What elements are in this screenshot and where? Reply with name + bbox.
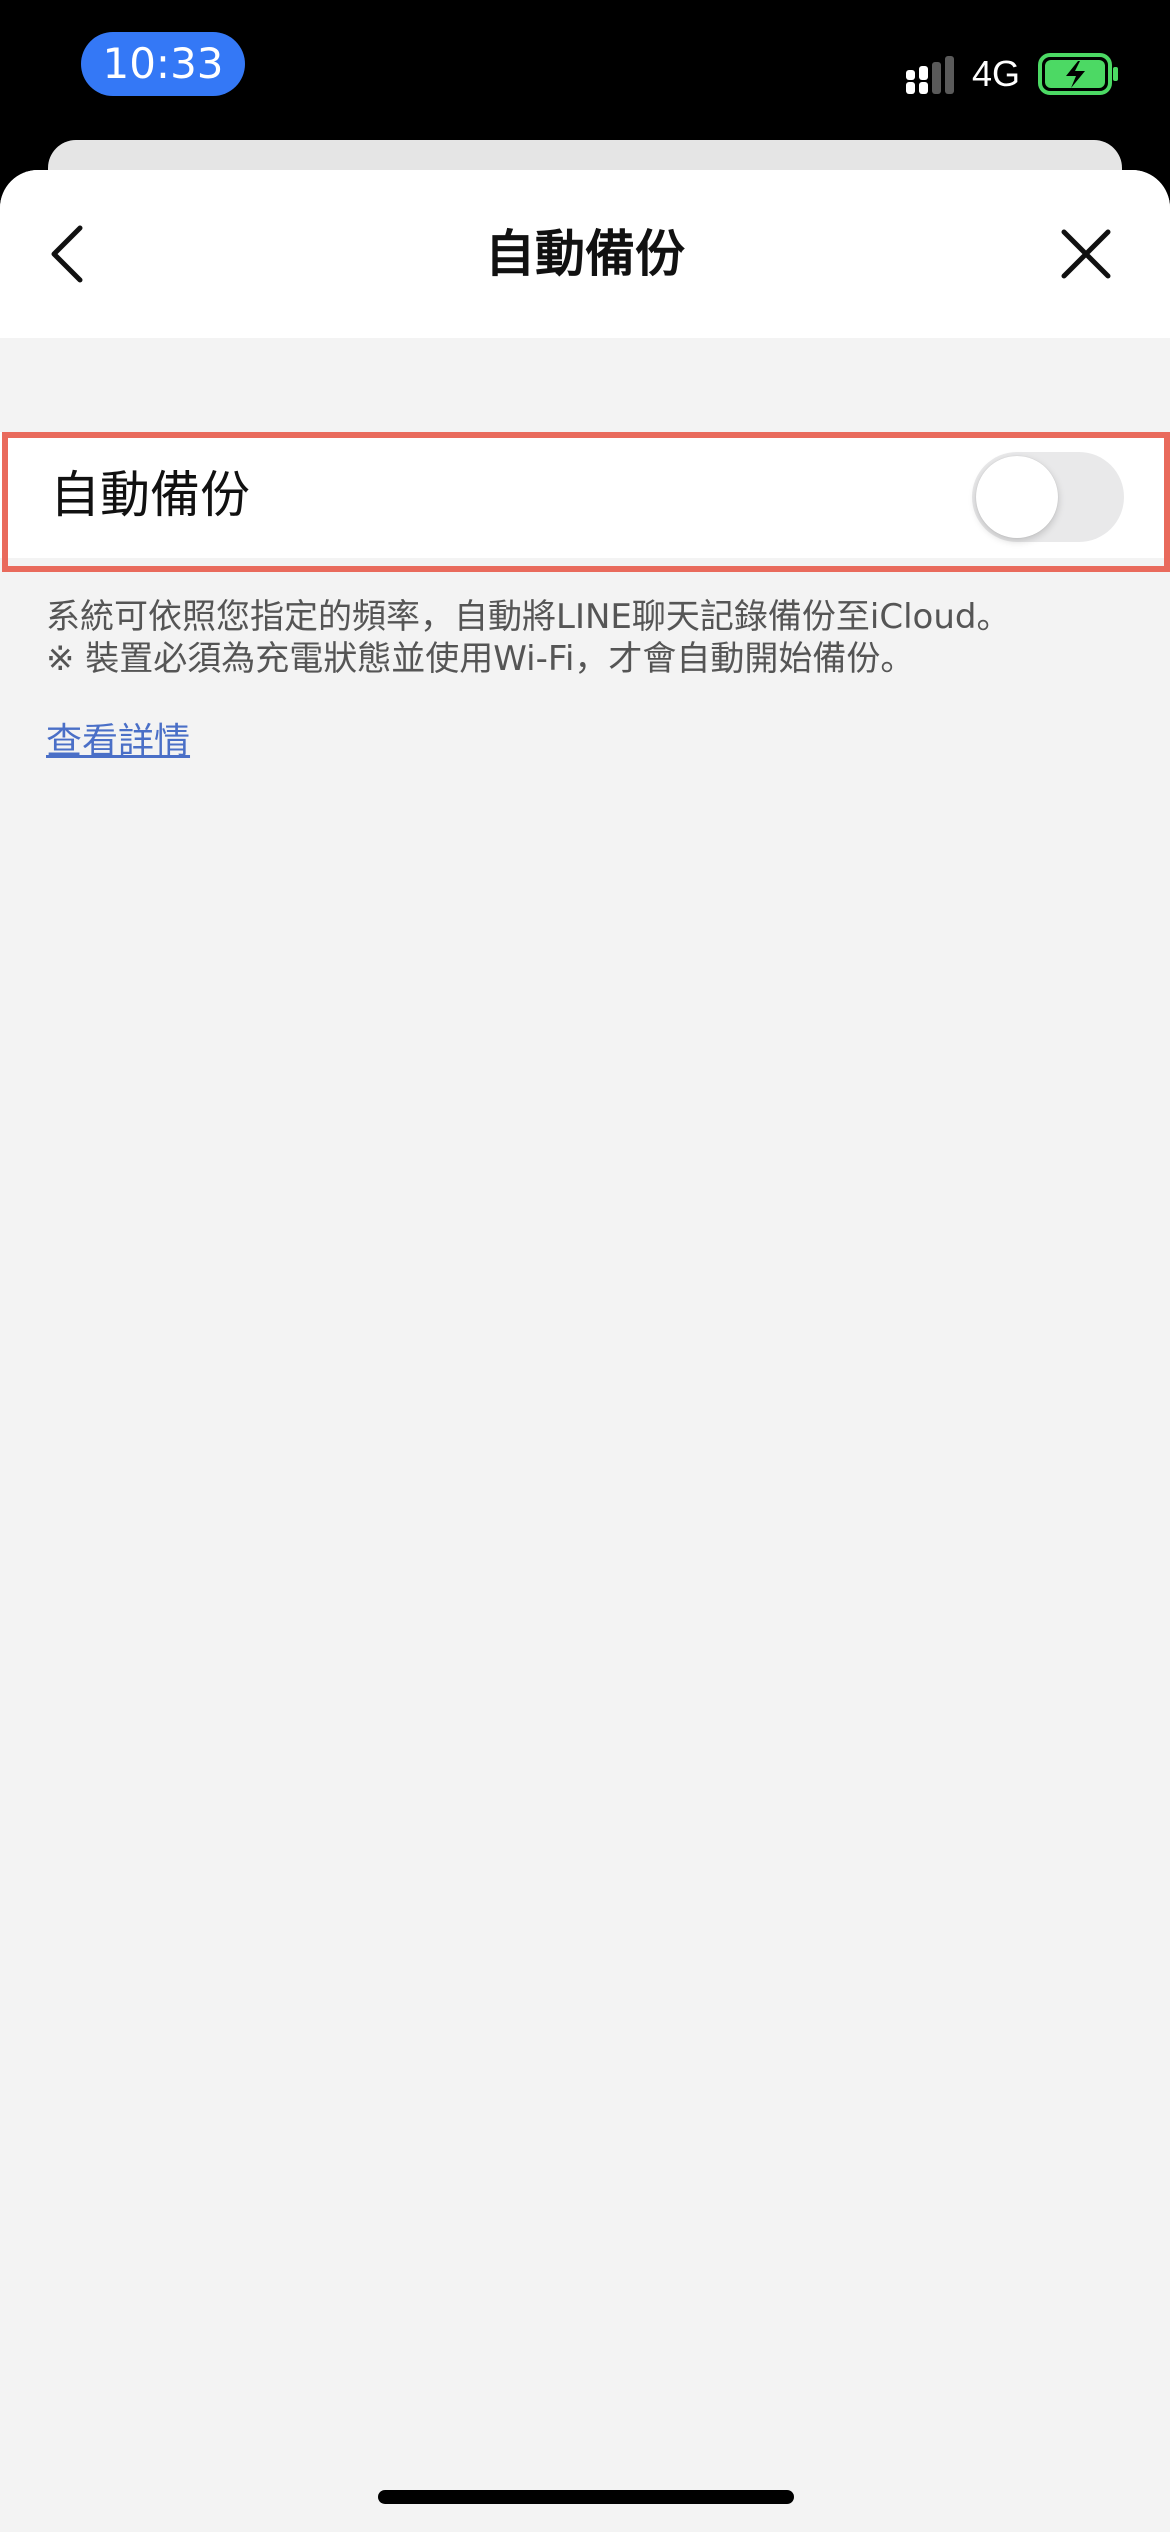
page-title: 自動備份	[485, 225, 685, 283]
status-bar: 10:33 4G	[0, 0, 1170, 140]
home-indicator	[378, 2490, 794, 2504]
toggle-knob	[976, 456, 1058, 538]
auto-backup-label: 自動備份	[50, 466, 250, 524]
status-time: 10:33	[81, 32, 245, 96]
auto-backup-toggle[interactable]	[972, 452, 1124, 542]
close-icon	[1061, 229, 1111, 279]
close-button[interactable]	[1054, 222, 1118, 286]
description-line-2: ※ 裝置必須為充電狀態並使用Wi-Fi，才會自動開始備份。	[46, 639, 915, 679]
back-button[interactable]	[40, 220, 100, 288]
screen: 10:33 4G 自動備份 自動備份 系統可依照您指定的頻率，自動將LINE聊天…	[0, 0, 1170, 2532]
view-details-link[interactable]: 查看詳情	[46, 718, 190, 766]
description-line-1: 系統可依照您指定的頻率，自動將LINE聊天記錄備份至iCloud。	[46, 597, 1011, 637]
network-type: 4G	[972, 53, 1021, 94]
battery-charging-icon	[1038, 53, 1118, 95]
auto-backup-description: 系統可依照您指定的頻率，自動將LINE聊天記錄備份至iCloud。 ※ 裝置必須…	[46, 596, 1136, 680]
back-chevron-icon	[51, 225, 83, 283]
auto-backup-sheet: 自動備份 自動備份 系統可依照您指定的頻率，自動將LINE聊天記錄備份至iClo…	[0, 170, 1170, 2532]
signal-icon	[906, 56, 954, 94]
auto-backup-setting-row: 自動備份	[0, 432, 1170, 558]
navigation-bar: 自動備份	[0, 170, 1170, 338]
